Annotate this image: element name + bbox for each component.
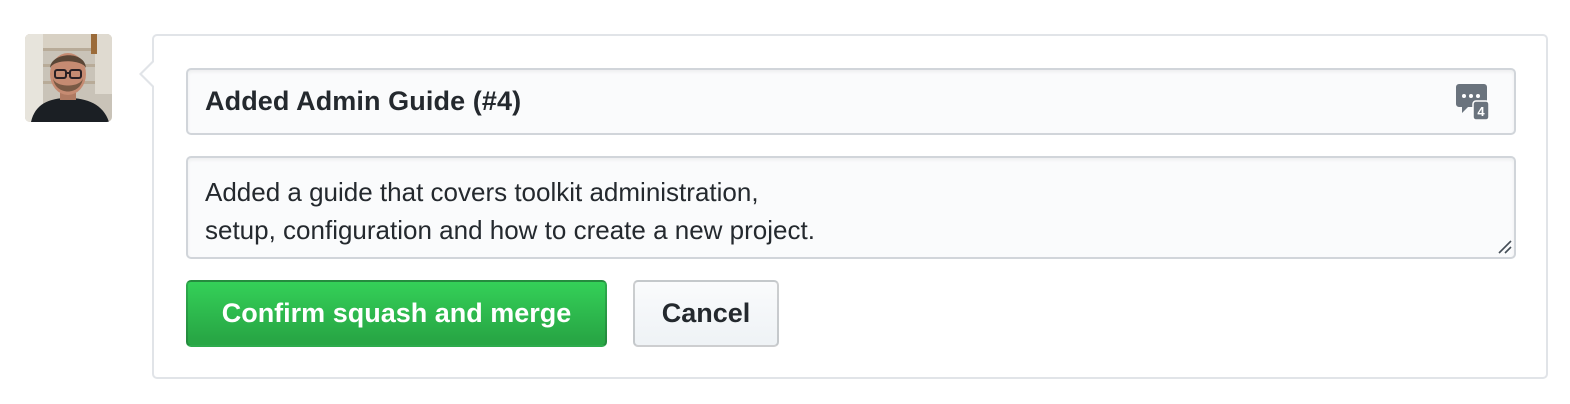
commit-message-line: setup, configuration and how to create a…: [205, 215, 815, 245]
cancel-button[interactable]: Cancel: [633, 280, 779, 347]
commit-message-textarea[interactable]: Added a guide that covers toolkit admini…: [186, 156, 1516, 259]
commit-title-input[interactable]: Added Admin Guide (#4): [186, 68, 1516, 135]
avatar-image: [25, 34, 112, 122]
reference-count: 4: [1477, 104, 1485, 119]
resize-grip-icon[interactable]: [1496, 238, 1512, 254]
cancel-button-label: Cancel: [661, 298, 751, 328]
commit-message-line: Added a guide that covers toolkit admini…: [205, 177, 759, 207]
avatar[interactable]: [25, 34, 112, 122]
commit-title-value: Added Admin Guide (#4): [205, 86, 522, 116]
saved-replies-icon[interactable]: 4: [1456, 84, 1490, 121]
panel-caret-inner: [142, 62, 154, 86]
confirm-button-label: Confirm squash and merge: [221, 298, 572, 328]
confirm-squash-merge-button[interactable]: Confirm squash and merge: [186, 280, 607, 347]
